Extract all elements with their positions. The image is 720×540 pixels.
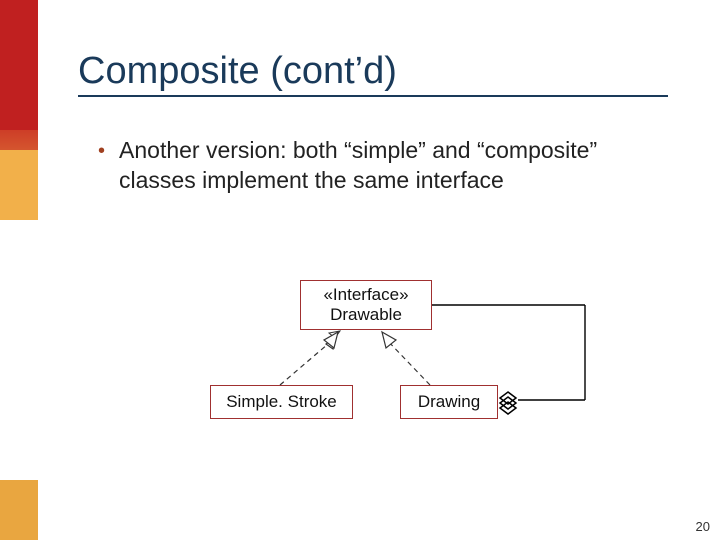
page-number: 20 xyxy=(696,519,710,534)
bullet-text: Another version: both “simple” and “comp… xyxy=(119,135,658,195)
aggregation-diamond-icon xyxy=(500,392,516,414)
bullet-dot-icon: • xyxy=(98,137,105,165)
uml-interface-name: Drawable xyxy=(311,305,421,325)
uml-composite-class-name: Drawing xyxy=(418,392,480,411)
bullet-item: • Another version: both “simple” and “co… xyxy=(98,135,658,195)
uml-composite-class-box: Drawing xyxy=(400,385,498,419)
slide-sidebar-deco xyxy=(0,0,38,540)
slide-title: Composite (cont’d) xyxy=(78,50,668,97)
uml-simple-class-box: Simple. Stroke xyxy=(210,385,353,419)
uml-interface-stereotype: «Interface» xyxy=(311,285,421,305)
uml-interface-box: «Interface» Drawable xyxy=(300,280,432,330)
uml-simple-class-name: Simple. Stroke xyxy=(226,392,337,411)
